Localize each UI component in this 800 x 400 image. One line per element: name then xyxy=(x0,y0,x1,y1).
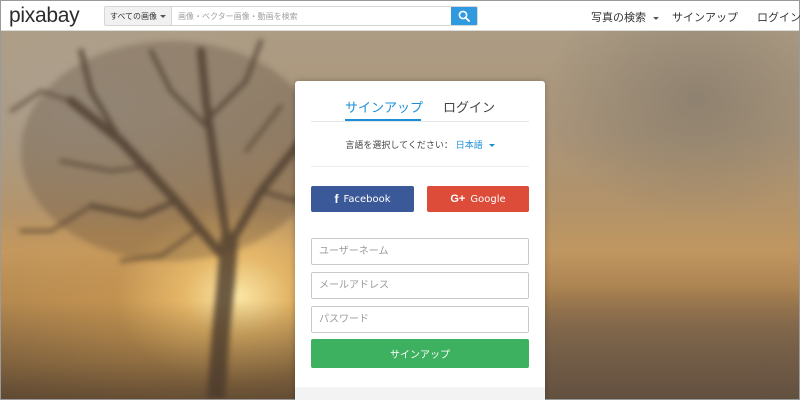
divider xyxy=(311,166,529,167)
search-input[interactable] xyxy=(172,7,451,25)
password-field[interactable] xyxy=(311,306,529,333)
search-button[interactable] xyxy=(451,7,477,25)
google-plus-icon: G+ xyxy=(450,193,466,205)
chevron-down-icon xyxy=(652,16,659,20)
photo-search-menu[interactable]: 写真の検索 xyxy=(591,9,659,25)
google-login-button[interactable]: G+ Google xyxy=(427,186,529,212)
signup-submit-button[interactable]: サインアップ xyxy=(311,339,529,368)
pixabay-logo[interactable]: pixabay xyxy=(9,4,80,28)
search-filter-dropdown[interactable]: すべての画像 xyxy=(105,7,172,25)
language-prompt: 言語を選択してください： xyxy=(345,141,453,151)
photo-search-label: 写真の検索 xyxy=(591,11,646,24)
language-selector-row: 言語を選択してください： 日本語 xyxy=(295,138,545,151)
tab-login[interactable]: ログイン xyxy=(443,97,495,116)
auth-tabs: サインアップ ログイン xyxy=(311,81,529,122)
search-filter-label: すべての画像 xyxy=(109,11,158,21)
language-dropdown[interactable]: 日本語 xyxy=(456,141,495,151)
chevron-down-icon xyxy=(160,14,167,18)
google-button-label: Google xyxy=(470,193,506,205)
top-navbar: pixabay すべての画像 写真の検索 サインアップ ログイン xyxy=(1,1,800,31)
facebook-login-button[interactable]: f Facebook xyxy=(311,186,414,212)
email-field[interactable] xyxy=(311,272,529,299)
tab-signup[interactable]: サインアップ xyxy=(345,97,423,116)
facebook-button-label: Facebook xyxy=(343,193,391,205)
chevron-down-icon xyxy=(488,144,495,147)
panel-footer xyxy=(295,387,545,400)
signup-panel: サインアップ ログイン 言語を選択してください： 日本語 f Facebook … xyxy=(295,81,545,400)
search-icon xyxy=(458,10,470,22)
username-field[interactable] xyxy=(311,238,529,265)
nav-signup-link[interactable]: サインアップ xyxy=(672,9,738,25)
active-tab-indicator xyxy=(345,119,421,121)
nav-login-link[interactable]: ログイン xyxy=(757,9,800,25)
facebook-icon: f xyxy=(334,192,339,206)
search-bar: すべての画像 xyxy=(104,6,478,26)
language-value: 日本語 xyxy=(455,141,483,151)
